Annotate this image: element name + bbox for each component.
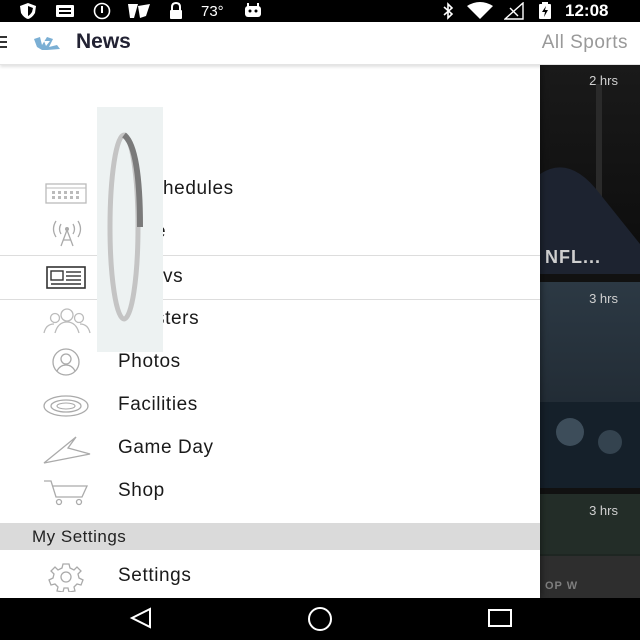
back-icon[interactable] [128, 607, 154, 634]
loading-spinner [97, 107, 163, 352]
fox-sports-icon [126, 2, 152, 20]
nav-item-shop[interactable]: Shop [0, 470, 540, 513]
android-icon [243, 2, 263, 20]
nav-item-live[interactable]: e [0, 211, 540, 254]
nav-item-label: Photos [118, 351, 181, 372]
app-toolbar: News All Sports [0, 22, 640, 65]
calendar-icon [42, 175, 92, 205]
home-icon[interactable] [305, 607, 335, 636]
nav-item-label: Shop [118, 480, 165, 501]
card-time: 2 hrs [589, 73, 618, 88]
card-time: 3 hrs [589, 503, 618, 518]
sport-filter-dropdown[interactable]: All Sports [542, 32, 628, 54]
nav-item-label: hedules [163, 178, 234, 199]
news-card[interactable]: 3 hrs [540, 282, 640, 488]
wifi-icon [466, 2, 494, 20]
nav-item-news[interactable]: vs [0, 255, 540, 300]
cart-icon [42, 477, 92, 507]
nav-item-photos[interactable]: Photos [0, 341, 540, 384]
nav-item-rosters[interactable]: sters [0, 298, 540, 341]
nav-item-label: Game Day [118, 437, 214, 458]
temperature: 73° [201, 2, 224, 20]
news-card[interactable]: 3 hrs OP W [540, 494, 640, 598]
message-icon [55, 2, 75, 20]
nav-item-label: Facilities [118, 394, 198, 415]
nav-item-label: Settings [118, 565, 192, 586]
section-title: My Settings [32, 527, 127, 546]
nav-item-settings[interactable]: Settings [0, 555, 540, 598]
shield-icon [18, 2, 38, 20]
nav-item-schedules[interactable]: hedules [0, 168, 540, 211]
bluetooth-icon [441, 2, 455, 20]
card-headline: NFL... [545, 247, 601, 267]
broadcast-icon [42, 218, 92, 248]
card-headline: OP W [545, 580, 579, 592]
battery-charging-icon [538, 2, 552, 20]
no-signal-icon [504, 2, 524, 20]
system-nav-bar [0, 598, 640, 640]
camera-icon [42, 348, 92, 378]
card-time: 3 hrs [589, 291, 618, 306]
section-header-my-settings: My Settings [0, 523, 540, 550]
navigation-drawer: hedules e vs sters Photos Facilities [0, 64, 540, 598]
page-title: News [76, 30, 131, 53]
nav-item-game-day[interactable]: Game Day [0, 427, 540, 470]
hamburger-menu-icon[interactable] [0, 35, 7, 49]
newspaper-icon [42, 263, 92, 293]
unc-logo-icon [33, 35, 61, 56]
lock-icon [168, 2, 184, 20]
gear-icon [42, 562, 92, 593]
clock: 12:08 [565, 1, 609, 20]
news-feed-background: 2 hrs NFL... 3 hrs 3 hrs OP W [540, 64, 640, 598]
stadium-icon [42, 391, 92, 421]
spinner-icon [107, 132, 143, 322]
alarm-icon [93, 2, 111, 20]
nav-item-facilities[interactable]: Facilities [0, 384, 540, 427]
pennant-icon [42, 434, 92, 464]
team-icon [42, 305, 92, 335]
nav-item-label: vs [163, 266, 184, 287]
recents-icon[interactable] [487, 607, 513, 634]
news-card[interactable]: 2 hrs NFL... [540, 64, 640, 274]
status-bar: 73° 12:08 [0, 0, 640, 22]
